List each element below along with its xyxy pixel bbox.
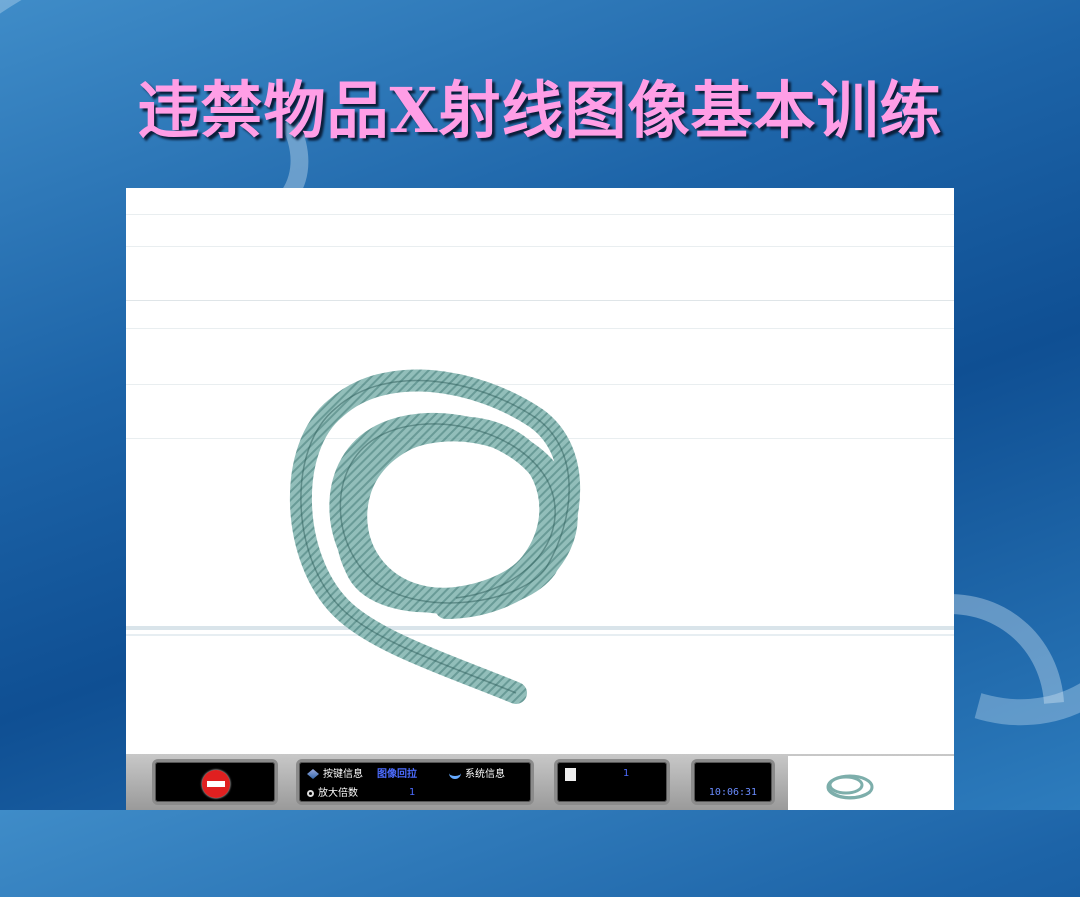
- system-info[interactable]: 系统信息: [449, 768, 505, 782]
- clock-panel: 10:06:31: [691, 759, 775, 805]
- slide-title: 违禁物品X射线图像基本训练: [137, 74, 943, 147]
- zoom-row: 放大倍数: [307, 787, 358, 801]
- stop-icon: [202, 770, 230, 798]
- key-info-label: 按键信息: [323, 769, 363, 780]
- scanner-status-bar: 按键信息 图像回拉 系统信息 放大倍数 1 1 10:06:31: [126, 754, 954, 810]
- key-info-row: 按键信息 图像回拉: [307, 768, 417, 782]
- page-number: 1: [623, 768, 630, 779]
- hose-xray-object: [290, 369, 581, 704]
- system-info-label: 系统信息: [465, 769, 505, 780]
- clock: 10:06:31: [708, 787, 758, 798]
- xray-thumbnail[interactable]: [788, 756, 954, 810]
- zoom-label: 放大倍数: [318, 788, 358, 799]
- xray-image-view: [126, 188, 954, 754]
- magnifier-icon: [307, 789, 314, 797]
- page-icon: [565, 768, 576, 781]
- system-icon: [449, 769, 461, 779]
- zoom-value: 1: [409, 787, 416, 798]
- key-icon: [307, 769, 319, 779]
- page-panel: 1: [554, 759, 670, 805]
- info-panel: 按键信息 图像回拉 系统信息 放大倍数 1: [296, 759, 534, 805]
- stop-button[interactable]: [152, 759, 278, 805]
- hose-thumbnail-icon: [826, 774, 874, 800]
- key-info-value: 图像回拉: [377, 769, 417, 780]
